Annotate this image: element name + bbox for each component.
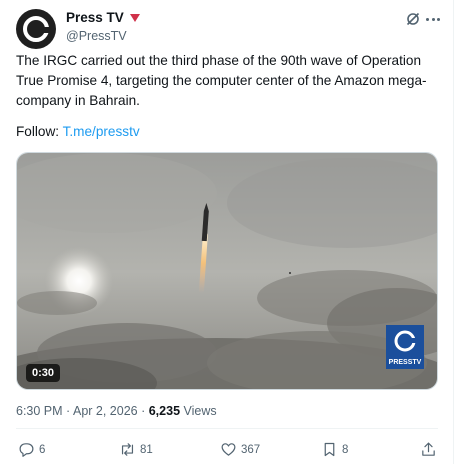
- tweet-card[interactable]: Press TV @PressTV The IRGC carried out t…: [0, 0, 454, 464]
- share-icon: [422, 442, 435, 456]
- heart-icon: [221, 443, 236, 456]
- video-frame: [17, 153, 437, 389]
- tweet-meta: 6:30 PM · Apr 2, 2026 · 6,235 Views: [16, 404, 217, 418]
- repost-count: 81: [140, 443, 153, 456]
- affiliation-badge-icon: [129, 14, 140, 22]
- reply-button[interactable]: 6: [18, 441, 45, 458]
- telegram-link[interactable]: T.me/presstv: [63, 124, 140, 139]
- video-duration-badge: 0:30: [26, 364, 61, 382]
- author-handle[interactable]: @PressTV: [66, 29, 127, 43]
- tweet-text: The IRGC carried out the third phase of …: [16, 53, 427, 108]
- presstv-watermark-logo: PRESSTV: [386, 325, 424, 369]
- tweet-date[interactable]: Apr 2, 2026: [73, 404, 138, 418]
- like-button[interactable]: 367: [220, 441, 260, 458]
- bookmark-icon: [324, 442, 335, 457]
- more-options-icon[interactable]: [425, 11, 441, 27]
- video-player[interactable]: [16, 152, 438, 390]
- meta-separator: ·: [62, 404, 73, 418]
- reply-icon: [19, 443, 34, 457]
- follow-line: Follow: T.me/presstv: [16, 124, 140, 139]
- repost-button[interactable]: 81: [119, 441, 153, 458]
- repost-icon: [121, 443, 134, 456]
- grok-icon[interactable]: [405, 11, 421, 27]
- author-name-row: Press TV: [66, 10, 140, 25]
- share-button[interactable]: [420, 441, 437, 458]
- svg-text:PRESSTV: PRESSTV: [389, 359, 422, 366]
- like-count: 367: [241, 443, 261, 456]
- bookmark-button[interactable]: 8: [321, 441, 348, 458]
- divider: [16, 428, 438, 429]
- views-label: Views: [180, 404, 217, 418]
- bookmark-count: 8: [342, 443, 349, 456]
- presstv-logo-icon: [23, 16, 50, 42]
- avatar[interactable]: [16, 9, 56, 49]
- views-count: 6,235: [148, 404, 181, 418]
- tweet-time[interactable]: 6:30 PM: [16, 404, 63, 418]
- author-display-name[interactable]: Press TV: [66, 10, 124, 25]
- reply-count: 6: [39, 443, 46, 456]
- follow-label: Follow:: [16, 124, 63, 139]
- meta-separator: ·: [137, 404, 149, 418]
